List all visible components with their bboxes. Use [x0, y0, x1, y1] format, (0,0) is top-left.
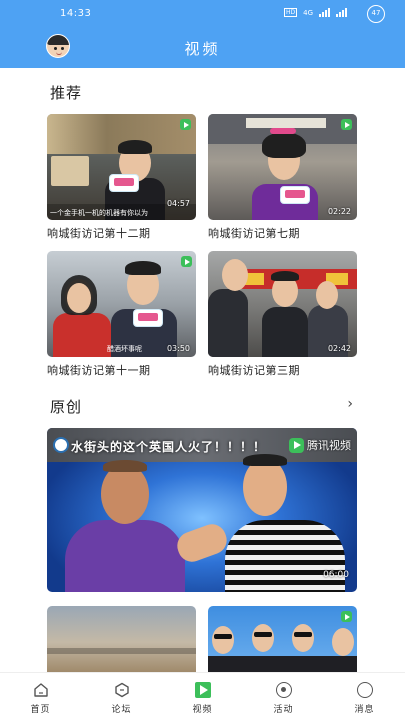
video-thumbnail-6[interactable]: [208, 606, 357, 672]
top-header: 14:33 HD 4G 47 视频: [0, 0, 405, 68]
tab-forum[interactable]: 论坛: [81, 673, 162, 720]
signal-icon-2: [336, 8, 347, 17]
tencent-logo-icon: [181, 256, 192, 267]
status-icons: HD 4G: [283, 8, 347, 17]
tab-label: 首页: [30, 705, 51, 715]
tab-event[interactable]: 活动: [243, 673, 324, 720]
video-duration: 04:57: [166, 199, 190, 208]
channel-logo-icon: [53, 437, 69, 453]
hd-icon: HD: [283, 8, 298, 17]
section-title-recommended: 推荐: [50, 84, 83, 102]
status-bar: 14:33 HD 4G 47: [0, 0, 405, 30]
video-thumbnail-3[interactable]: 醋酒坏事呢 03:50: [47, 251, 196, 357]
video-caption-3[interactable]: 响城街访记第十一期: [47, 362, 151, 378]
network-label: 4G: [303, 8, 313, 17]
tab-home[interactable]: 首页: [0, 673, 81, 720]
section-title-original: 原创: [50, 398, 83, 416]
video-duration: 02:42: [327, 344, 351, 353]
page-title: 视频: [184, 40, 221, 58]
event-icon: [275, 682, 292, 698]
tencent-logo-icon: [341, 119, 352, 130]
video-thumbnail-2[interactable]: 02:22: [208, 114, 357, 220]
tencent-logo-icon: [341, 611, 352, 622]
forum-icon: [114, 682, 130, 698]
tencent-video-badge: 腾讯视频: [289, 437, 351, 453]
status-time: 14:33: [60, 8, 92, 19]
home-icon: [33, 682, 49, 698]
tab-label: 视频: [192, 705, 213, 715]
video-caption-4[interactable]: 响城街访记第三期: [208, 362, 300, 378]
bottom-tab-bar: 首页 论坛 视频 活动 消息: [0, 672, 405, 720]
tencent-logo-icon: [180, 119, 191, 130]
tencent-logo-icon: [289, 437, 304, 453]
tab-label: 活动: [273, 705, 294, 715]
video-icon: [194, 682, 211, 698]
tab-message[interactable]: 消息: [324, 673, 405, 720]
video-thumbnail-5[interactable]: [47, 606, 196, 672]
tab-video[interactable]: 视频: [162, 673, 243, 720]
video-thumbnail-1[interactable]: 一个金手机一机的机器有你以为 04:57: [47, 114, 196, 220]
video-duration: 02:22: [327, 207, 351, 216]
video-caption-2[interactable]: 响城街访记第七期: [208, 225, 300, 241]
chevron-right-icon[interactable]: ›: [347, 396, 353, 412]
video-subtitle: 一个金手机一机的机器有你以为: [50, 209, 148, 217]
featured-video-title: 水街头的这个英国人火了！！！！: [71, 440, 267, 454]
video-duration: 03:50: [166, 344, 190, 353]
video-caption-1[interactable]: 响城街访记第十二期: [47, 225, 151, 241]
signal-icon: [319, 8, 330, 17]
video-thumbnail-4[interactable]: 02:42: [208, 251, 357, 357]
tab-label: 论坛: [111, 705, 132, 715]
message-icon: [356, 682, 373, 698]
featured-video-thumbnail[interactable]: 水街头的这个英国人火了！！！！ 腾讯视频 06:00: [47, 428, 357, 592]
video-duration: 06:00: [323, 570, 349, 580]
tab-label: 消息: [354, 705, 375, 715]
battery-icon: 47: [367, 5, 385, 23]
video-subtitle: 醋酒坏事呢: [107, 345, 142, 353]
brand-label: 腾讯视频: [307, 439, 351, 452]
